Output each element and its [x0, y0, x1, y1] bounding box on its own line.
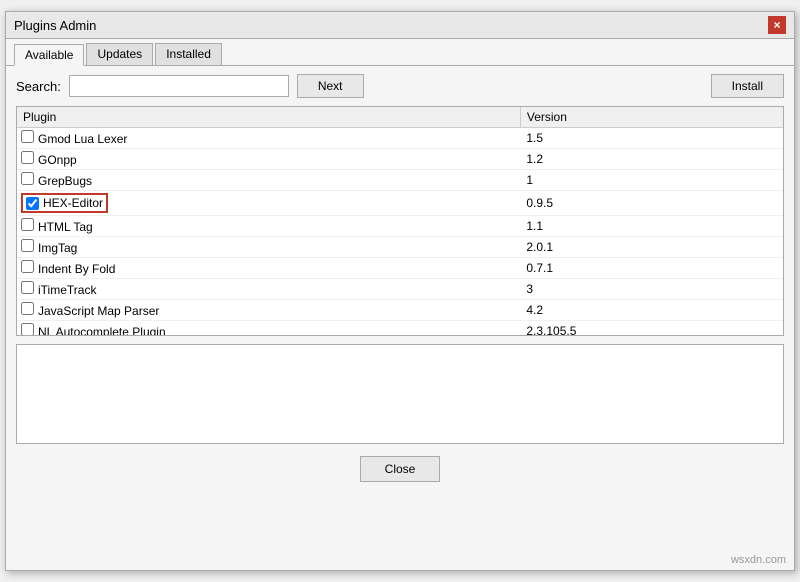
- plugin-checkbox[interactable]: [21, 218, 34, 231]
- table-row: HEX-Editor0.9.5: [17, 191, 783, 216]
- close-x-button[interactable]: ×: [768, 16, 786, 34]
- plugin-checkbox[interactable]: [21, 260, 34, 273]
- plugin-checkbox[interactable]: [21, 172, 34, 185]
- table-row: JavaScript Map Parser4.2: [17, 300, 783, 321]
- close-dialog-button[interactable]: Close: [360, 456, 441, 482]
- table-row: GrepBugs1: [17, 170, 783, 191]
- search-input[interactable]: [69, 75, 289, 97]
- table-row: ImgTag2.0.1: [17, 237, 783, 258]
- search-bar: Search: Next Install: [6, 66, 794, 106]
- search-label: Search:: [16, 79, 61, 94]
- bottom-bar: Close: [6, 444, 794, 494]
- title-bar: Plugins Admin ×: [6, 12, 794, 39]
- col-header-plugin: Plugin: [17, 107, 520, 128]
- plugin-table-container[interactable]: Plugin Version Gmod Lua Lexer1.5GOnpp1.2…: [16, 106, 784, 336]
- plugin-checkbox[interactable]: [21, 302, 34, 315]
- plugins-admin-dialog: Plugins Admin × Available Updates Instal…: [5, 11, 795, 571]
- content-area: Plugin Version Gmod Lua Lexer1.5GOnpp1.2…: [6, 106, 794, 444]
- description-area[interactable]: [16, 344, 784, 444]
- col-header-version: Version: [520, 107, 783, 128]
- plugin-checkbox[interactable]: [26, 197, 39, 210]
- next-button[interactable]: Next: [297, 74, 364, 98]
- table-row: GOnpp1.2: [17, 149, 783, 170]
- tab-updates[interactable]: Updates: [86, 43, 153, 65]
- table-row: iTimeTrack3: [17, 279, 783, 300]
- plugin-table: Plugin Version Gmod Lua Lexer1.5GOnpp1.2…: [17, 107, 783, 336]
- install-button[interactable]: Install: [711, 74, 784, 98]
- dialog-title: Plugins Admin: [14, 18, 96, 33]
- plugin-checkbox[interactable]: [21, 323, 34, 336]
- table-row: Gmod Lua Lexer1.5: [17, 128, 783, 149]
- tab-available[interactable]: Available: [14, 44, 84, 66]
- tab-bar: Available Updates Installed: [6, 39, 794, 66]
- table-row: NL Autocomplete Plugin2.3.105.5: [17, 321, 783, 337]
- table-row: Indent By Fold0.7.1: [17, 258, 783, 279]
- plugin-checkbox[interactable]: [21, 281, 34, 294]
- plugin-checkbox[interactable]: [21, 239, 34, 252]
- tab-installed[interactable]: Installed: [155, 43, 222, 65]
- plugin-checkbox[interactable]: [21, 130, 34, 143]
- plugin-checkbox[interactable]: [21, 151, 34, 164]
- watermark: wsxdn.com: [731, 554, 786, 566]
- table-row: HTML Tag1.1: [17, 216, 783, 237]
